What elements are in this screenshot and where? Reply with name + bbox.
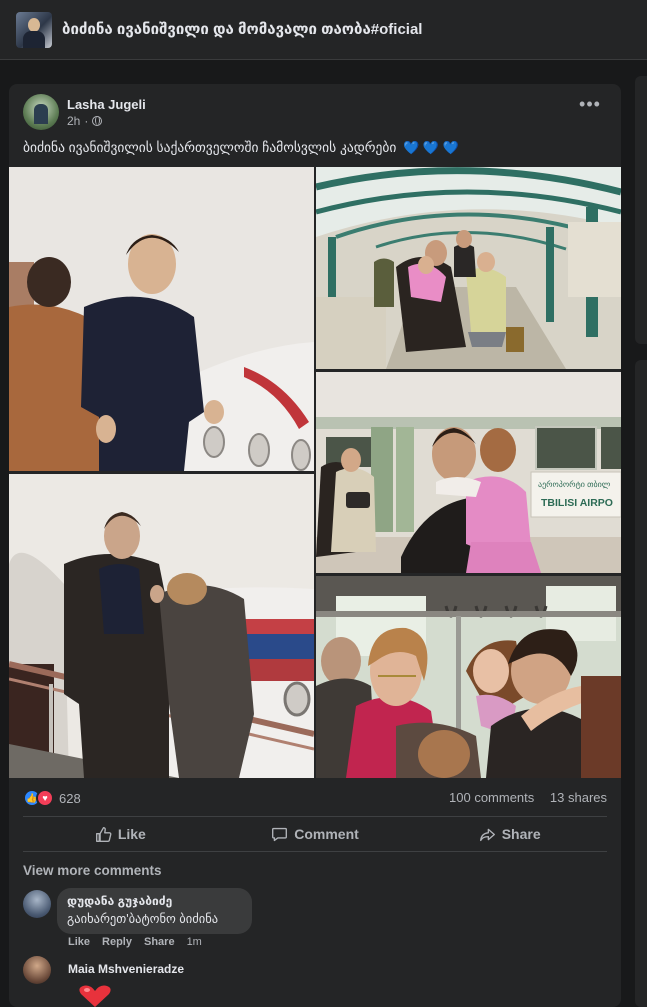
- comment-like-button[interactable]: Like: [68, 936, 90, 948]
- post-card: Lasha Jugeli 2h · ••• ბიძინა ივანიშვილის…: [9, 84, 621, 1007]
- author-name[interactable]: Lasha Jugeli: [67, 97, 146, 112]
- airport-sign-text: TBILISI AIRPO: [541, 497, 613, 509]
- divider: [23, 851, 607, 852]
- comment-button-label: Comment: [294, 826, 359, 842]
- reaction-count: 628: [59, 790, 81, 806]
- right-rail-panel: [635, 76, 647, 344]
- like-button-label: Like: [117, 826, 146, 842]
- post-time[interactable]: 2h: [67, 114, 80, 128]
- post-photo-1[interactable]: [9, 167, 314, 471]
- comment-share-button[interactable]: Share: [144, 936, 175, 948]
- share-button-label: Share: [501, 826, 541, 842]
- engagement-counts: 100 comments 13 shares: [449, 790, 607, 805]
- globe-icon[interactable]: [92, 116, 103, 126]
- reaction-summary[interactable]: 👍 ♥ 628: [23, 789, 81, 807]
- right-rail-panel: [635, 360, 647, 1007]
- love-reaction-icon: ♥: [36, 789, 54, 807]
- post-photo-5[interactable]: [316, 576, 621, 778]
- share-button[interactable]: Share: [412, 818, 607, 850]
- group-header: ბიძინა ივანიშვილი და მომავალი თაობა#ofic…: [0, 0, 647, 60]
- post-meta: 2h ·: [67, 114, 103, 128]
- blue-heart-icons: 💙 💙 💙: [403, 140, 459, 155]
- comment-text: გაიხარეთ'ბატონო ბიძინა: [67, 912, 219, 926]
- shares-count-link[interactable]: 13 shares: [550, 790, 607, 805]
- divider: [23, 816, 607, 817]
- commenter-name[interactable]: დუდანა გუჯაბიძე: [67, 894, 242, 908]
- like-button[interactable]: Like: [23, 818, 218, 850]
- more-options-button[interactable]: •••: [577, 95, 603, 118]
- commenter-avatar[interactable]: [23, 890, 51, 918]
- view-more-comments-link[interactable]: View more comments: [23, 863, 162, 878]
- comments-count-link[interactable]: 100 comments: [449, 790, 534, 805]
- author-avatar[interactable]: [23, 94, 59, 130]
- thumbs-up-icon: [95, 826, 112, 842]
- post-action-bar: Like Comment Share: [23, 818, 607, 850]
- airport-sign-georgian: აეროპორტი თბილ: [538, 480, 611, 489]
- post-text-body: ბიძინა ივანიშვილის საქართველოში ჩამოსვლი…: [23, 140, 397, 155]
- commenter-avatar[interactable]: [23, 956, 51, 984]
- group-title[interactable]: ბიძინა ივანიშვილი და მომავალი თაობა#ofic…: [62, 20, 422, 38]
- share-icon: [479, 828, 495, 841]
- group-avatar[interactable]: [16, 12, 52, 48]
- commenter-name[interactable]: Maia Mshvenieradze: [68, 962, 184, 976]
- comment-reply-button[interactable]: Reply: [102, 936, 132, 948]
- comment-button[interactable]: Comment: [218, 818, 413, 850]
- post-photo-2[interactable]: [316, 167, 621, 369]
- heart-sticker-icon: [77, 984, 113, 1007]
- post-text: ბიძინა ივანიშვილის საქართველოში ჩამოსვლი…: [23, 140, 459, 156]
- meta-separator: ·: [84, 114, 89, 128]
- comment-bubble: დუდანა გუჯაბიძე გაიხარეთ'ბატონო ბიძინა: [57, 888, 252, 934]
- comment-icon: [272, 827, 288, 841]
- post-photo-3[interactable]: აეროპორტი თბილ TBILISI AIRPO: [316, 372, 621, 573]
- post-photo-4[interactable]: [9, 474, 314, 778]
- comment-time[interactable]: 1m: [187, 936, 202, 948]
- comment-actions: Like Reply Share 1m: [68, 936, 202, 948]
